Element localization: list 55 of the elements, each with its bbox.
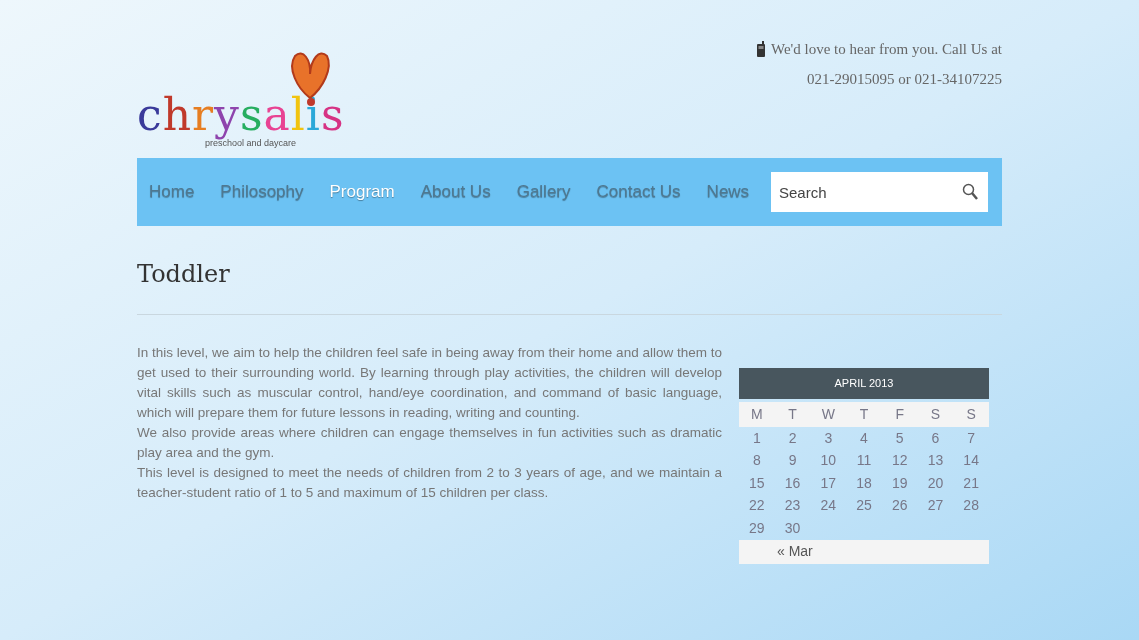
search-icon <box>962 183 978 201</box>
calendar-day: 17 <box>810 472 847 494</box>
calendar-day: 2 <box>774 427 811 449</box>
weekday-label: S <box>965 405 977 424</box>
calendar-day: 27 <box>917 495 954 517</box>
calendar-day: 28 <box>953 495 989 517</box>
calendar-day: 12 <box>881 450 918 472</box>
weekday-label: W <box>820 405 836 424</box>
page-title: Toddler <box>137 259 231 290</box>
weekday-label: M <box>750 405 764 424</box>
nav-link[interactable]: About Us <box>420 179 491 205</box>
calendar-day: 29 <box>739 517 775 539</box>
calendar-day: 25 <box>846 495 882 517</box>
calendar-day: 13 <box>917 450 954 472</box>
body-paragraph: In this level, we aim to help the children feel safe in being away from their home and allow them to get used to their surrounding world. By learning through play activities, the children will develop vital skills such as muscular control, hand/eye coordination, and command of basic language, which will prepare them for future lessons in reading, writing and counting. <box>137 344 722 422</box>
mobile-phone-icon <box>756 41 765 57</box>
calendar-day: 10 <box>810 450 847 472</box>
weekday-label: T <box>858 405 870 424</box>
calendar-day: 11 <box>846 450 882 472</box>
nav-link[interactable]: Philosophy <box>220 179 304 205</box>
body-paragraph: We also provide areas where children can engage themselves in fun activities such as dramatic play area and the gym. <box>137 424 722 462</box>
body-paragraph: This level is designed to meet the needs of children from 2 to 3 years of age, and we maintain a teacher-student ratio of 1 to 5 and maximum of 15 children per class. <box>137 464 722 502</box>
calendar-day: 21 <box>953 472 989 494</box>
calendar-day: 23 <box>774 495 811 517</box>
weekday-label: T <box>787 405 798 424</box>
calendar-day: 5 <box>881 427 918 449</box>
calendar-day: 8 <box>739 450 775 472</box>
calendar-day: 16 <box>774 472 811 494</box>
search-field[interactable]: Search <box>771 172 988 212</box>
phone-numbers: 021-29015095 or 021-34107225 <box>807 70 1002 89</box>
nav-link[interactable]: Program <box>329 179 395 205</box>
calendar-day: 15 <box>739 472 775 494</box>
nav-link[interactable]: Contact Us <box>596 179 681 205</box>
calendar-day: 6 <box>917 427 954 449</box>
calendar-day: 9 <box>774 450 811 472</box>
nav-link[interactable]: News <box>706 179 750 205</box>
calendar-day: 26 <box>881 495 918 517</box>
weekday-label: F <box>894 405 905 424</box>
calendar-day: 3 <box>810 427 847 449</box>
calendar-day: 14 <box>953 450 989 472</box>
nav-link[interactable]: Home <box>149 179 195 205</box>
previous-month-link[interactable]: « Mar <box>777 541 813 562</box>
calendar-day: 18 <box>846 472 882 494</box>
calendar-day: 30 <box>774 517 811 539</box>
contact-text: We'd love to hear from you. Call Us at <box>770 40 1002 59</box>
calendar-day: 4 <box>846 427 882 449</box>
calendar-day: 7 <box>953 427 989 449</box>
calendar-day: 24 <box>810 495 847 517</box>
nav-link[interactable]: Gallery <box>516 179 571 205</box>
calendar-header: APRIL 2013 <box>739 368 989 399</box>
calendar-day: 19 <box>881 472 918 494</box>
calendar-day: 22 <box>739 495 775 517</box>
weekday-label: S <box>929 405 942 424</box>
calendar-day: 1 <box>739 427 775 449</box>
calendar-day: 20 <box>917 472 954 494</box>
